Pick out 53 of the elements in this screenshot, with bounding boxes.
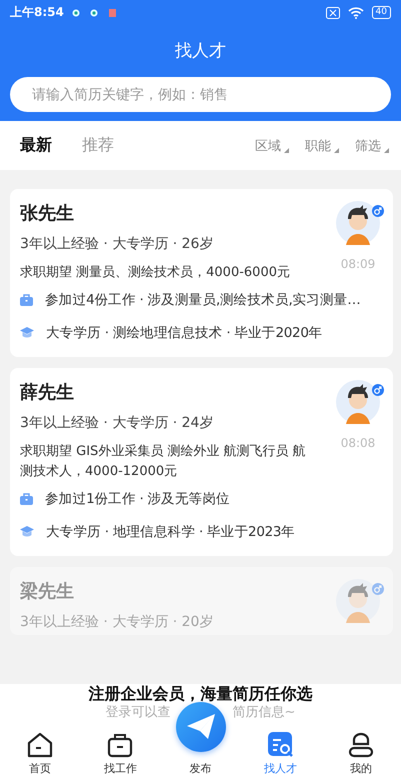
avatar-icon <box>336 380 380 424</box>
briefcase-icon <box>20 294 33 306</box>
publish-button[interactable] <box>176 702 226 752</box>
search-field[interactable]: 请输入简历关键字，例如：销售 <box>10 77 391 112</box>
nav-item[interactable]: 首页 <box>10 732 70 776</box>
nav-item[interactable]: 发布 <box>170 761 230 776</box>
candidate-summary: 3年以上经验 · 大专学历 · 24岁 <box>20 414 214 432</box>
male-icon <box>372 384 384 396</box>
work-history: 参加过1份工作 · 涉及无等岗位 <box>45 490 230 508</box>
graduation-cap-icon <box>20 526 34 538</box>
candidate-card[interactable]: 张先生 3年以上经验 · 大专学历 · 26岁 求职期望 测量员、测绘技术员，4000-6000元 08:09 参加过4份工作 · 涉及测量员,测绘技术员,实习测量… 大专学历 · 测绘地理信息技术 · 毕业于2020年 <box>10 189 393 357</box>
nav-item[interactable]: 我的 <box>330 732 391 776</box>
filter-dropdown[interactable]: 职能 <box>305 136 339 154</box>
home-icon <box>27 732 54 758</box>
caret-icon <box>334 148 339 152</box>
job-expectation: 求职期望 测量员、测绘技术员，4000-6000元 <box>20 264 291 282</box>
avatar-icon <box>336 579 380 623</box>
tab[interactable]: 最新 <box>20 135 52 156</box>
sim-icon <box>326 6 340 18</box>
wifi-icon <box>348 6 364 18</box>
update-time: 08:09 <box>340 257 376 271</box>
education-info: 大专学历 · 测绘地理信息技术 · 毕业于2020年 <box>46 324 322 342</box>
graduation-cap-icon <box>20 326 34 338</box>
notification-icon <box>72 8 116 18</box>
education-info: 大专学历 · 地理信息科学 · 毕业于2023年 <box>46 522 295 540</box>
filter-dropdown[interactable]: 筛选 <box>355 136 389 154</box>
briefcase-icon <box>107 732 134 758</box>
caret-icon <box>284 148 289 152</box>
candidate-summary: 3年以上经验 · 大专学历 · 26岁 <box>20 235 214 253</box>
page-title: 找人才 <box>174 40 227 63</box>
candidate-summary: 3年以上经验 · 大专学历 · 20岁 <box>20 613 214 631</box>
job-expectation: 求职期望 GIS外业采集员 测绘外业 航测飞行员 航测技术人，4000-12000元 <box>20 443 307 481</box>
work-history: 参加过4份工作 · 涉及测量员,测绘技术员,实习测量… <box>45 290 360 308</box>
filter-dropdown[interactable]: 区域 <box>255 136 289 154</box>
nav-item[interactable]: 找人才 <box>250 732 311 776</box>
promo-subtitle: 登录可以查 <box>106 705 171 721</box>
status-time: 上午8:54 <box>10 4 64 21</box>
candidate-card[interactable]: 薛先生 3年以上经验 · 大专学历 · 24岁 求职期望 GIS外业采集员 测绘外业 航测飞行员 航测技术人，4000-12000元 08:08 参加过1份工作 · 涉及无等岗位 大专学历 · 地理信息科学 · 毕业于2023年 <box>10 368 393 556</box>
caret-icon <box>384 148 389 152</box>
resume-search-icon <box>268 732 294 758</box>
candidate-name: 薛先生 <box>20 381 75 404</box>
male-icon <box>372 583 384 595</box>
candidate-name: 张先生 <box>20 202 75 225</box>
candidate-name: 梁先生 <box>20 580 75 603</box>
person-icon <box>348 732 374 758</box>
battery-indicator: 40 <box>372 6 391 19</box>
nav-item[interactable]: 找工作 <box>90 732 150 776</box>
male-icon <box>372 205 384 217</box>
avatar-icon <box>336 201 380 245</box>
briefcase-icon <box>20 492 33 504</box>
promo-title: 注册企业会员，海量简历任你选 <box>88 684 312 704</box>
promo-subtitle: 简历信息~ <box>232 705 296 721</box>
update-time: 08:08 <box>340 436 376 450</box>
